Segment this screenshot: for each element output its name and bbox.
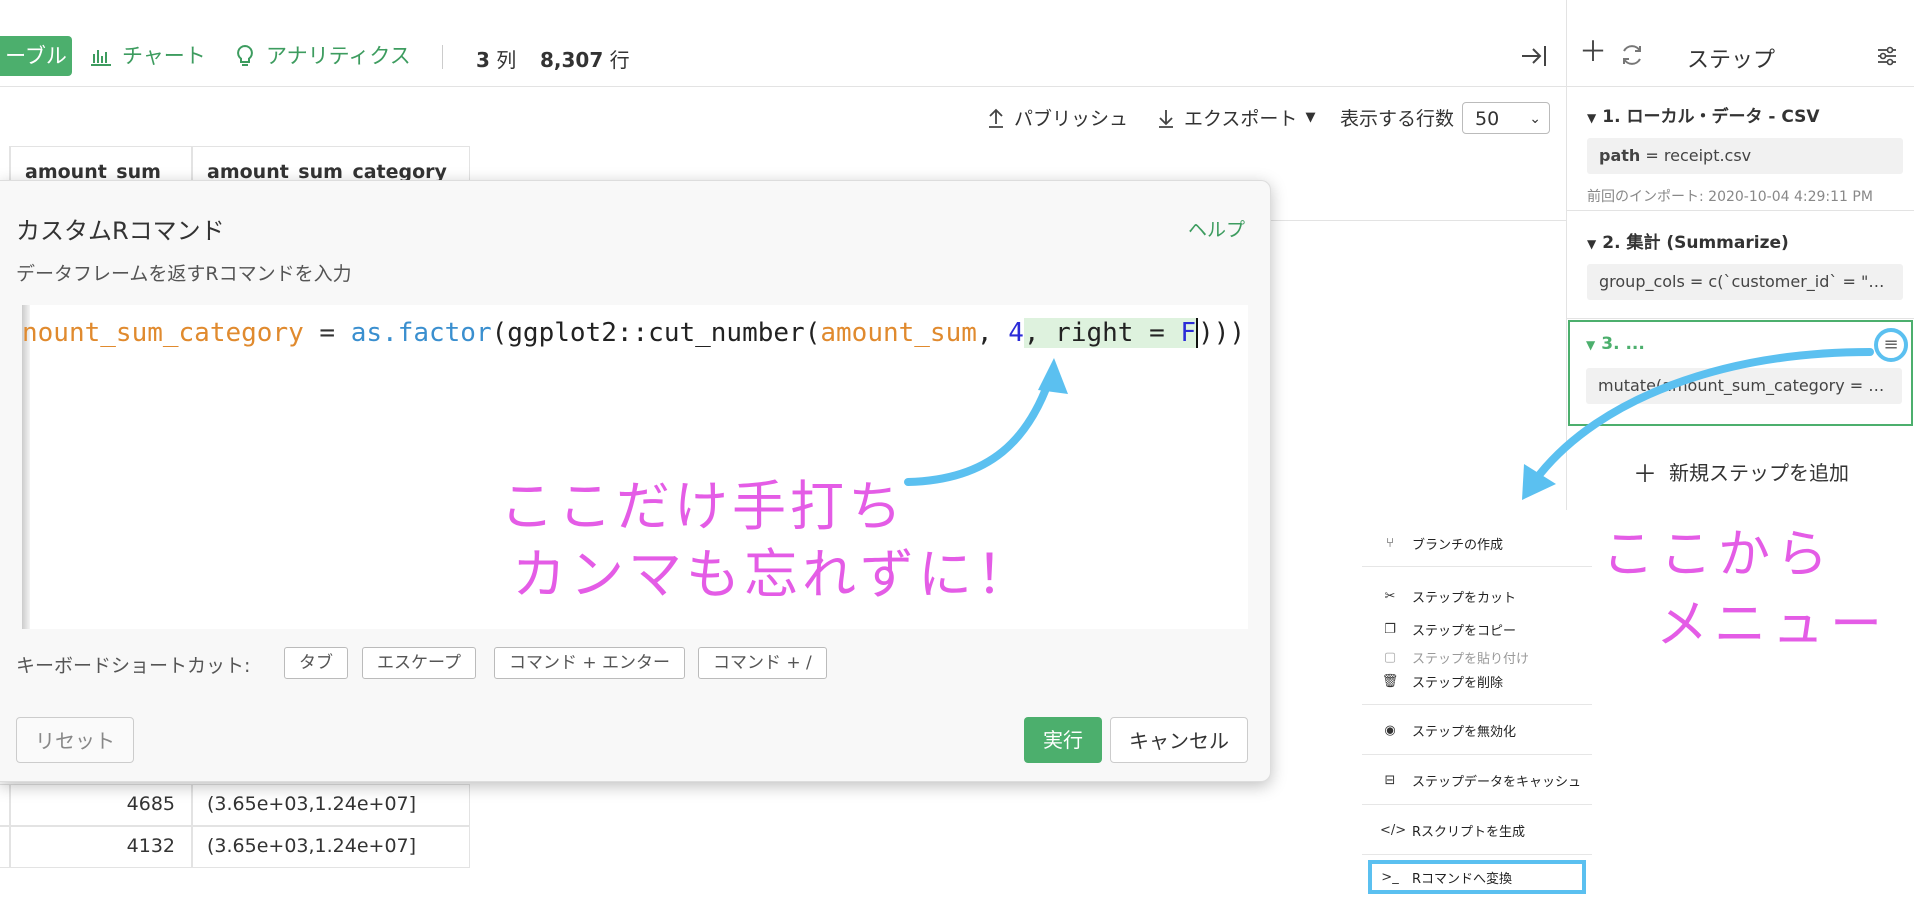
annotation-typed-note-line2: カンマも忘れずに！ — [512, 543, 1034, 606]
annotation-menu-note-line2: メニュー — [1656, 595, 1889, 655]
arrow-to-menu — [1536, 348, 1874, 478]
arrow-head-code — [1038, 358, 1068, 394]
annotation-arrows — [904, 348, 1874, 500]
arrow-to-code — [904, 368, 1056, 486]
annotation-menu-note-line1: ここから — [1602, 525, 1835, 585]
